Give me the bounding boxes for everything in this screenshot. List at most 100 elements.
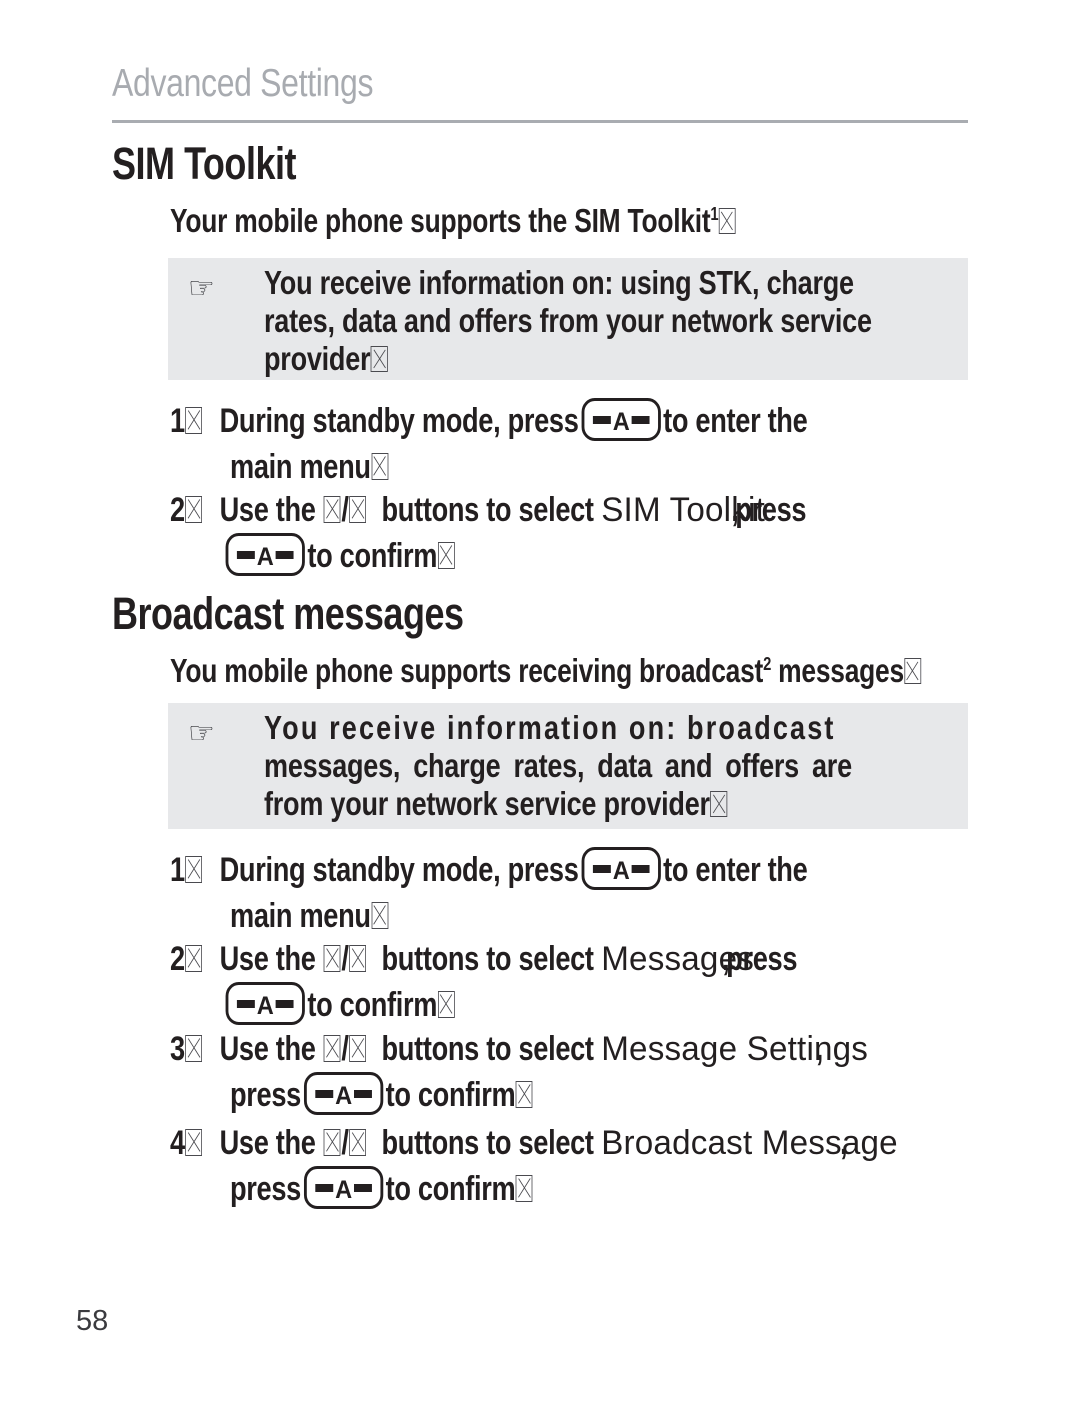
step-broadcast-1: 1 During standby mode, press A to enter t…	[170, 847, 1050, 939]
step-broadcast-4: 4 Use the / buttons to select Broadcast M…	[170, 1120, 1050, 1212]
missing-glyph-icon	[185, 406, 203, 435]
key-ok-icon: A	[303, 1166, 383, 1209]
menu-name: Messages	[600, 940, 754, 978]
note-text-broadcast-messages: You receive information on: broadcast me…	[264, 709, 962, 823]
step-text-confirm: to confirm	[307, 537, 438, 575]
header-divider	[112, 120, 968, 123]
missing-glyph-icon	[185, 1034, 203, 1063]
menu-name: SIM Toolkit	[600, 491, 765, 529]
step-broadcast-3: 3 Use the / buttons to select Message Set…	[170, 1026, 1050, 1118]
menu-name: Message Settings	[600, 1030, 868, 1068]
step-text: to enter the	[663, 402, 808, 440]
section-heading-broadcast-messages: Broadcast messages	[112, 588, 464, 639]
arrow-down-icon	[349, 944, 367, 973]
step-line: 1 During standby mode, press A to enter t…	[170, 398, 874, 444]
note-line: from your network service provider	[264, 785, 836, 823]
note-line: rates, data and offers from your network…	[264, 302, 872, 339]
note-text-sim-toolkit: You receive information on: using STK, c…	[264, 264, 962, 378]
step-text: Use the	[219, 491, 316, 529]
missing-glyph-icon	[371, 452, 389, 481]
arrow-down-icon	[349, 1034, 367, 1063]
step-line: main menu	[170, 893, 874, 939]
key-dash-right	[275, 1000, 294, 1008]
step-sim-2: 2 Use the / buttons to select SIM Toolkit…	[170, 487, 1050, 579]
footnote-marker-1: 1	[710, 203, 719, 224]
missing-glyph-icon	[904, 657, 921, 684]
missing-glyph-icon	[437, 541, 455, 570]
slash-separator: /	[341, 1124, 349, 1162]
pointing-hand-icon: ☞	[188, 717, 215, 750]
missing-glyph-icon	[437, 990, 455, 1019]
intro-text: You mobile phone supports receiving broa…	[170, 652, 764, 689]
missing-glyph-icon	[185, 855, 203, 884]
step-number: 4	[170, 1120, 220, 1166]
step-line: 1 During standby mode, press A to enter t…	[170, 847, 874, 893]
arrow-up-icon	[323, 1128, 341, 1157]
key-letter: A	[334, 1082, 352, 1110]
key-dash-right	[275, 551, 294, 559]
missing-glyph-icon	[370, 345, 388, 372]
step-number: 1	[170, 398, 220, 444]
key-letter: A	[612, 408, 630, 436]
note-line: You receive information on: using STK, c…	[264, 264, 854, 301]
missing-glyph-icon	[718, 207, 736, 234]
step-broadcast-2: 2 Use the / buttons to select Messages,pr…	[170, 936, 1050, 1028]
note-box-broadcast-messages: ☞ You receive information on: broadcast …	[168, 703, 968, 829]
step-number: 2	[170, 936, 220, 982]
note-line: You receive information on: broadcast	[264, 709, 836, 746]
step-line: A to confirm	[170, 982, 874, 1028]
key-ok-icon: A	[581, 398, 661, 441]
slash-separator: /	[341, 940, 349, 978]
step-text: to enter the	[663, 851, 808, 889]
step-text-confirm: to confirm	[307, 986, 438, 1024]
missing-glyph-icon	[371, 901, 389, 930]
intro-line-broadcast-messages: You mobile phone supports receiving broa…	[170, 652, 921, 690]
note-box-sim-toolkit: ☞ You receive information on: using STK,…	[168, 258, 968, 380]
key-dash-right	[353, 1184, 372, 1192]
key-letter: A	[612, 857, 630, 885]
step-text: buttons to select	[381, 1124, 594, 1162]
key-dash-left	[236, 551, 255, 559]
missing-glyph-icon	[185, 495, 203, 524]
arrow-up-icon	[323, 1034, 341, 1063]
step-line: press A to confirm	[170, 1072, 874, 1118]
key-dash-right	[631, 865, 650, 873]
step-line: 3 Use the / buttons to select Message Set…	[170, 1026, 874, 1072]
key-ok-icon: A	[225, 982, 305, 1025]
arrow-up-icon	[323, 495, 341, 524]
step-line: press A to confirm	[170, 1166, 874, 1212]
step-number: 3	[170, 1026, 220, 1072]
key-dash-left	[592, 865, 611, 873]
key-dash-right	[631, 416, 650, 424]
step-text: buttons to select	[381, 1030, 594, 1068]
page-number: 58	[76, 1305, 109, 1337]
missing-glyph-icon	[515, 1174, 533, 1203]
step-line: 2 Use the / buttons to select SIM Toolkit…	[170, 487, 874, 533]
step-text: Use the	[219, 1030, 316, 1068]
key-dash-right	[353, 1090, 372, 1098]
menu-name: Broadcast Message	[600, 1124, 898, 1162]
step-line: main menu	[170, 444, 874, 490]
step-text-confirm: to confirm	[385, 1170, 516, 1208]
step-text: main menu	[230, 897, 371, 935]
step-sim-1: 1 During standby mode, press A to enter t…	[170, 398, 1050, 490]
arrow-down-icon	[349, 495, 367, 524]
key-ok-icon: A	[581, 847, 661, 890]
step-text: press	[230, 1170, 301, 1208]
note-line-text: provider	[264, 340, 371, 377]
key-dash-left	[592, 416, 611, 424]
step-line: A to confirm	[170, 533, 874, 579]
missing-glyph-icon	[185, 1128, 203, 1157]
intro-line-sim-toolkit: Your mobile phone supports the SIM Toolk…	[170, 202, 736, 240]
key-letter: A	[256, 543, 274, 571]
slash-separator: /	[341, 1030, 349, 1068]
step-line: 2 Use the / buttons to select Messages,pr…	[170, 936, 874, 982]
step-number: 2	[170, 487, 220, 533]
intro-text: Your mobile phone supports the SIM Toolk…	[170, 202, 711, 239]
step-text: During standby mode, press	[219, 851, 579, 889]
arrow-up-icon	[323, 944, 341, 973]
key-ok-icon: A	[303, 1072, 383, 1115]
key-ok-icon: A	[225, 533, 305, 576]
note-line: provider	[264, 340, 836, 378]
step-text: During standby mode, press	[219, 402, 579, 440]
